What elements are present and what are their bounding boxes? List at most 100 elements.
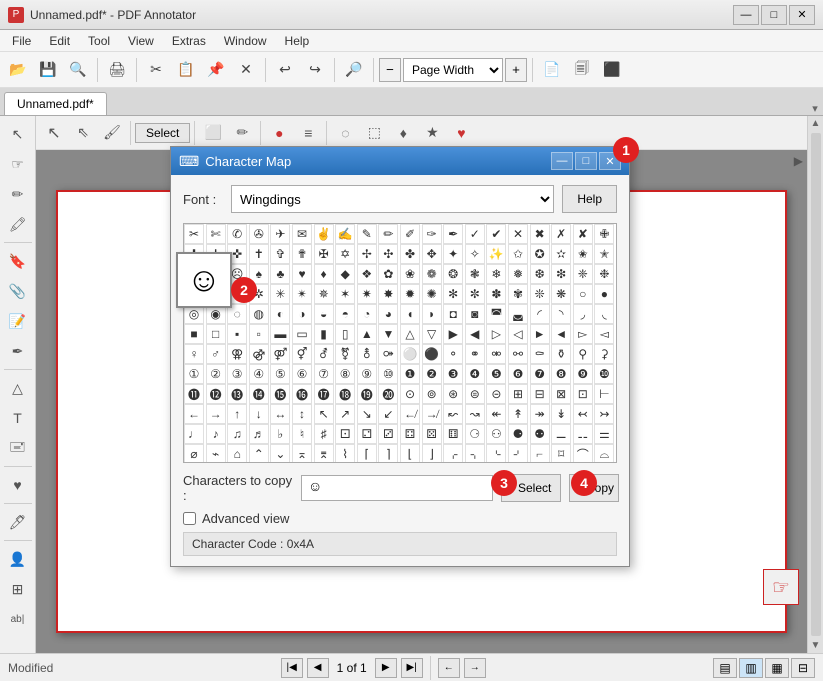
char-cell[interactable]: ✺	[422, 284, 442, 304]
char-cell[interactable]: △	[400, 324, 420, 344]
char-cell[interactable]: ⑧	[335, 364, 355, 384]
char-cell[interactable]: ⌉	[378, 444, 398, 463]
char-cell[interactable]: ◛	[508, 304, 528, 324]
char-cell[interactable]: ◄	[551, 324, 571, 344]
char-cell[interactable]: ✘	[573, 224, 593, 244]
close-button[interactable]: ✕	[789, 5, 815, 25]
dialog-minimize-btn[interactable]: —	[551, 152, 573, 170]
char-cell[interactable]: ✻	[443, 284, 463, 304]
char-cell[interactable]: ♫	[227, 424, 247, 444]
forward-btn[interactable]: →	[464, 658, 486, 678]
char-cell[interactable]: ⚇	[486, 424, 506, 444]
char-cell[interactable]: ❆	[530, 264, 550, 284]
char-cell[interactable]: ❸	[443, 364, 463, 384]
char-cell[interactable]: ⓭	[227, 384, 247, 404]
char-cell[interactable]: ❃	[465, 264, 485, 284]
char-cell[interactable]: ◓	[335, 304, 355, 324]
char-cell[interactable]: ❁	[422, 264, 442, 284]
char-cell[interactable]: ✩	[508, 244, 528, 264]
char-cell[interactable]: ▷	[486, 324, 506, 344]
char-cell[interactable]: ⚀	[335, 424, 355, 444]
zoom-in-button[interactable]: +	[505, 58, 527, 82]
char-cell[interactable]: ✭	[594, 244, 614, 264]
char-cell[interactable]: ✽	[486, 284, 506, 304]
char-cell[interactable]: ↘	[357, 404, 377, 424]
char-cell[interactable]: ⊟	[530, 384, 550, 404]
view-double-btn[interactable]: ▥	[739, 658, 763, 678]
char-cell[interactable]: ✿	[378, 264, 398, 284]
save-button[interactable]: 💾	[34, 56, 62, 84]
char-cell[interactable]: ✹	[400, 284, 420, 304]
char-cell[interactable]: ⊙	[400, 384, 420, 404]
char-cell[interactable]: ❽	[551, 364, 571, 384]
view-single-btn[interactable]: ▤	[713, 658, 737, 678]
char-cell[interactable]: ♪	[206, 424, 226, 444]
char-cell[interactable]: ✧	[465, 244, 485, 264]
char-cell[interactable]: ✠	[314, 244, 334, 264]
char-cell[interactable]: ▭	[292, 324, 312, 344]
char-cell[interactable]: ✈	[270, 224, 290, 244]
char-cell[interactable]: ⚯	[508, 344, 528, 364]
char-cell[interactable]: ↖	[314, 404, 334, 424]
char-cell[interactable]: ✏	[378, 224, 398, 244]
char-cell[interactable]: ⊛	[443, 384, 463, 404]
char-cell[interactable]: ⚊	[551, 424, 571, 444]
char-cell[interactable]: ⚤	[270, 344, 290, 364]
char-cell[interactable]: ♭	[270, 424, 290, 444]
char-cell[interactable]: ⊝	[486, 384, 506, 404]
menu-extras[interactable]: Extras	[164, 32, 214, 50]
char-cell[interactable]: ↓	[249, 404, 269, 424]
char-cell[interactable]: ⑩	[378, 364, 398, 384]
char-cell[interactable]: ⌎	[486, 444, 506, 463]
char-cell[interactable]: ❋	[551, 284, 571, 304]
char-cell[interactable]: ✬	[573, 244, 593, 264]
char-cell[interactable]: ❷	[422, 364, 442, 384]
char-cell[interactable]: ♀	[184, 344, 204, 364]
char-cell[interactable]: ◆	[335, 264, 355, 284]
char-cell[interactable]: ⚮	[486, 344, 506, 364]
char-cell[interactable]: ◑	[292, 304, 312, 324]
char-cell[interactable]: ⚈	[508, 424, 528, 444]
char-cell[interactable]: ◍	[249, 304, 269, 324]
char-cell[interactable]: ✐	[400, 224, 420, 244]
next-page-btn[interactable]: ▶	[375, 658, 397, 678]
undo-button[interactable]: ↩	[271, 56, 299, 84]
char-cell[interactable]: ◁	[508, 324, 528, 344]
minimize-button[interactable]: —	[733, 5, 759, 25]
char-cell[interactable]: ⌁	[206, 444, 226, 463]
char-cell[interactable]: ✂	[184, 224, 204, 244]
char-cell[interactable]: ⚫	[422, 344, 442, 364]
char-cell[interactable]: ⚂	[378, 424, 398, 444]
char-cell[interactable]: ◜	[530, 304, 550, 324]
char-cell[interactable]: ✎	[357, 224, 377, 244]
char-cell[interactable]: ⌌	[443, 444, 463, 463]
page-width-select[interactable]: Page Width	[403, 58, 503, 82]
char-cell[interactable]: ⊞	[508, 384, 528, 404]
char-cell[interactable]: ↡	[551, 404, 571, 424]
first-page-btn[interactable]: |◀	[281, 658, 303, 678]
char-cell[interactable]: ▶	[443, 324, 463, 344]
open-button[interactable]: 📂	[4, 56, 32, 84]
char-cell[interactable]: ⚱	[551, 344, 571, 364]
char-cell[interactable]: ✕	[508, 224, 528, 244]
char-cell[interactable]: ▪	[227, 324, 247, 344]
char-cell[interactable]: ▼	[378, 324, 398, 344]
char-cell[interactable]: ►	[530, 324, 550, 344]
char-cell[interactable]: ↣	[594, 404, 614, 424]
char-cell[interactable]: ◘	[443, 304, 463, 324]
copy-input[interactable]	[301, 475, 493, 501]
char-cell[interactable]: ⚳	[594, 344, 614, 364]
char-cell[interactable]: ⊚	[422, 384, 442, 404]
char-cell[interactable]: ⚃	[400, 424, 420, 444]
char-cell[interactable]: ⚢	[227, 344, 247, 364]
back-btn[interactable]: ←	[438, 658, 460, 678]
char-cell[interactable]: ■	[184, 324, 204, 344]
advanced-view-label[interactable]: Advanced view	[202, 511, 289, 526]
char-cell[interactable]: ✒	[443, 224, 463, 244]
copy-button[interactable]: 📋	[172, 56, 200, 84]
char-cell[interactable]: ↟	[508, 404, 528, 424]
char-cell[interactable]: ✦	[443, 244, 463, 264]
menu-window[interactable]: Window	[216, 32, 275, 50]
char-cell[interactable]: ⚋	[573, 424, 593, 444]
char-cell[interactable]: ⚨	[357, 344, 377, 364]
